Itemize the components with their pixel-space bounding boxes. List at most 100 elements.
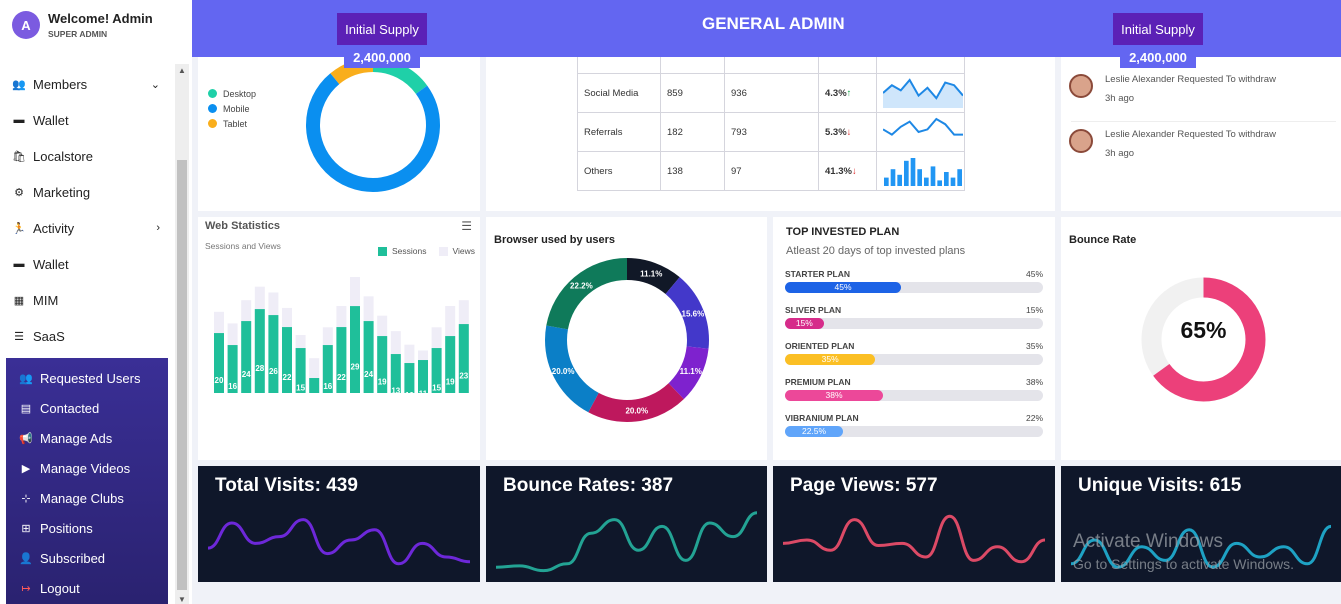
bar-label: 10: [405, 391, 414, 397]
sidebar-item-label: Marketing: [33, 184, 91, 200]
sessions-legend-swatch: [378, 247, 387, 256]
plan-row: PREMIUM PLAN 38% 38%: [785, 377, 1043, 401]
value-cell: 97: [724, 151, 819, 191]
scroll-down-icon[interactable]: ▼: [178, 595, 186, 604]
percent-value: 41.3%: [825, 165, 852, 177]
plan-progress-bar: 15%: [785, 318, 1043, 329]
stat-wave-chart: [495, 511, 758, 573]
divider: [1071, 121, 1336, 122]
table-row: Referrals 182 793 5.3%↓: [577, 112, 965, 152]
submenu-item-manage-videos[interactable]: ▶ Manage Videos: [6, 453, 168, 483]
wave-line: [495, 511, 758, 573]
legend-dot: [208, 119, 217, 128]
initial-supply-button[interactable]: Initial Supply: [1113, 13, 1203, 45]
sparkline: [882, 117, 963, 136]
plan-progress-bar: 38%: [785, 390, 1043, 401]
activate-windows-watermark: Activate Windows: [1073, 531, 1223, 552]
device-legend: Desktop Mobile Tablet: [208, 86, 256, 131]
sidebar-item-saas[interactable]: ☰ SaaS: [0, 318, 172, 354]
users-icon: 👥: [19, 372, 33, 385]
plan-name: STARTER PLAN: [785, 269, 851, 279]
bounce-value: 65%: [1180, 317, 1227, 343]
sessions-bar: [350, 306, 360, 393]
plan-name: SLIVER PLAN: [785, 305, 842, 315]
user-role: SUPER ADMIN: [48, 29, 108, 39]
slice-label: 22.2%: [570, 282, 593, 291]
scrollbar-thumb[interactable]: [177, 160, 187, 590]
slice-label: 20.0%: [625, 406, 648, 415]
traffic-table: Social Media 859 936 4.3%↑ Referrals 182 793 5.…: [577, 34, 965, 191]
plan-percent: 45%: [1025, 269, 1043, 279]
stat-wave-chart: [207, 518, 471, 566]
scroll-up-icon[interactable]: ▲: [178, 66, 186, 75]
spark-bar: [924, 177, 929, 186]
sitemap-icon: ⊹: [21, 492, 31, 505]
spark-bar: [884, 177, 889, 186]
sessions-bar: [404, 363, 415, 393]
submenu-item-logout[interactable]: ↦ Logout: [6, 573, 168, 603]
sidebar-item-label: MIM: [33, 292, 59, 308]
chevron-icon[interactable]: ⌄: [151, 78, 160, 91]
sidebar-item-marketing[interactable]: ⚙ Marketing: [0, 174, 172, 210]
spark-bar: [917, 168, 922, 186]
chart-menu-icon[interactable]: ☰: [461, 219, 472, 233]
submenu-item-manage-ads[interactable]: 📢 Manage Ads: [6, 423, 168, 453]
submenu-item-positions[interactable]: ⊞ Positions: [6, 513, 168, 543]
sidebar-item-localstore[interactable]: 🛍 Localstore: [0, 138, 172, 174]
submenu-item-requested-users[interactable]: 👥 Requested Users: [6, 363, 168, 393]
sidebar-item-wallet[interactable]: ▬ Wallet: [0, 102, 172, 138]
user-profile[interactable]: A Welcome! Admin SUPER ADMIN: [12, 11, 153, 39]
sparkline: [882, 77, 964, 108]
submenu-item-contacted[interactable]: ▤ Contacted: [6, 393, 168, 423]
sidebar-item-label: Activity: [33, 220, 75, 236]
sidebar-item-label: Localstore: [33, 148, 93, 164]
page-title: GENERAL ADMIN: [702, 14, 845, 33]
plan-row: SLIVER PLAN 15% 15%: [785, 305, 1043, 329]
web-stats-bar-chart: 2016242826221551622292419131011151923: [214, 277, 469, 397]
sidebar-item-members[interactable]: 👥 Members ⌄: [0, 66, 172, 102]
submenu-item-label: Subscribed: [40, 550, 106, 566]
source-cell: Others: [577, 151, 661, 191]
bar-label: 29: [351, 363, 360, 372]
sidebar-item-wallet[interactable]: ▬ Wallet: [0, 246, 172, 282]
web-stats-title: Web Statistics: [205, 220, 280, 232]
notifications-card: Leslie Alexander Requested To withdraw 3h…: [1061, 30, 1341, 211]
submenu-item-subscribed[interactable]: 👤 Subscribed: [6, 543, 168, 573]
value-cell: 793: [724, 112, 819, 152]
device-card: Desktop Mobile Tablet: [198, 30, 480, 211]
notification-time: 3h ago: [1105, 148, 1135, 159]
submenu-item-manage-clubs[interactable]: ⊹ Manage Clubs: [6, 483, 168, 513]
sessions-bar: [268, 315, 279, 393]
percent-value: 4.3%: [825, 87, 847, 99]
browser-title: Browser used by users: [494, 234, 616, 246]
sparkline: [884, 157, 962, 186]
initial-supply-button[interactable]: Initial Supply: [337, 13, 427, 45]
sidebar-item-label: Members: [33, 76, 88, 92]
wallet-icon: ▬: [13, 258, 25, 270]
bar-label: 15: [432, 384, 441, 393]
activate-windows-hint: Go to Settings to activate Windows.: [1073, 556, 1294, 572]
notification-item[interactable]: Leslie Alexander Requested To withdraw 3h…: [1069, 74, 1276, 104]
chevron-icon[interactable]: ›: [156, 222, 160, 234]
sparkline-cell: [876, 151, 965, 191]
sparkline-cell: [876, 112, 965, 152]
value-cell: 859: [660, 73, 725, 113]
bar-label: 20: [215, 376, 224, 385]
sidebar-scrollbar[interactable]: ▲ ▼: [175, 64, 189, 604]
value-cell: 936: [724, 73, 819, 113]
legend-item: Mobile: [208, 101, 256, 116]
notification-item[interactable]: Leslie Alexander Requested To withdraw 3h…: [1069, 129, 1276, 159]
sitemap-icon: ⊞: [21, 522, 31, 535]
plan-row: ORIENTED PLAN 35% 35%: [785, 341, 1043, 365]
plan-subtitle: Atleast 20 days of top invested plans: [786, 245, 966, 257]
bar-label: 19: [378, 378, 387, 387]
bar-label: 22: [283, 373, 292, 382]
sidebar-item-mim[interactable]: ▦ MIM: [0, 282, 172, 318]
bar-label: 26: [269, 367, 278, 376]
submenu-item-label: Contacted: [40, 400, 100, 416]
spark-bar: [930, 165, 936, 186]
plan-progress-bar: 22.5%: [785, 426, 1043, 437]
bar-label: 15: [296, 384, 305, 393]
sidebar-item-activity[interactable]: 🏃 Activity ›: [0, 210, 172, 246]
web-stats-subtitle: Sessions and Views: [205, 241, 281, 251]
